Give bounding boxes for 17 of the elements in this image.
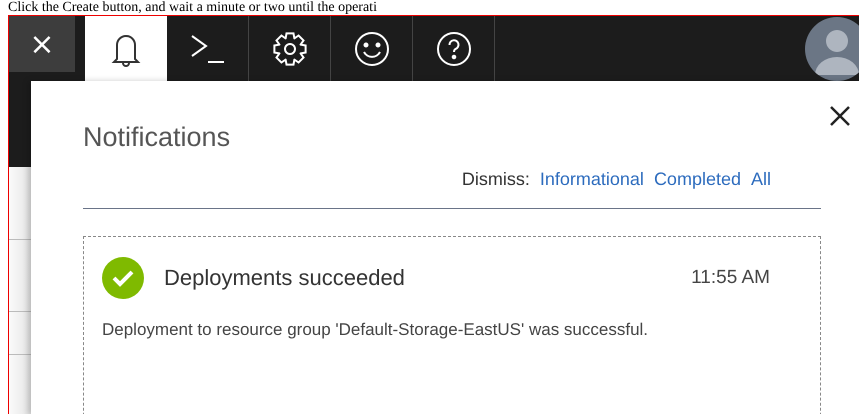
success-check-icon bbox=[102, 257, 144, 299]
smiley-icon bbox=[352, 30, 390, 68]
panel-title: Notifications bbox=[83, 121, 232, 153]
avatar-icon[interactable] bbox=[805, 16, 859, 80]
close-button[interactable]: × bbox=[9, 16, 75, 72]
notification-message: Deployment to resource group 'Default-Storage-EastUS' was successful. bbox=[102, 319, 650, 341]
dismiss-link[interactable]: All bbox=[750, 169, 771, 190]
notification-time: 11:55 AM bbox=[691, 267, 770, 289]
dismiss-link[interactable]: Informational bbox=[540, 169, 644, 190]
sidebar-row bbox=[9, 312, 31, 356]
dismiss-label: Dismiss: bbox=[462, 169, 530, 190]
help-icon bbox=[434, 30, 472, 68]
document-text: Click the Create button, and wait a minute or two until the operati bbox=[7, 0, 378, 15]
sidebar-row bbox=[9, 355, 31, 414]
settings-icon bbox=[270, 30, 308, 68]
notification-title: Deployments succeeded bbox=[164, 265, 406, 291]
dismiss-link[interactable]: Completed bbox=[654, 169, 741, 190]
